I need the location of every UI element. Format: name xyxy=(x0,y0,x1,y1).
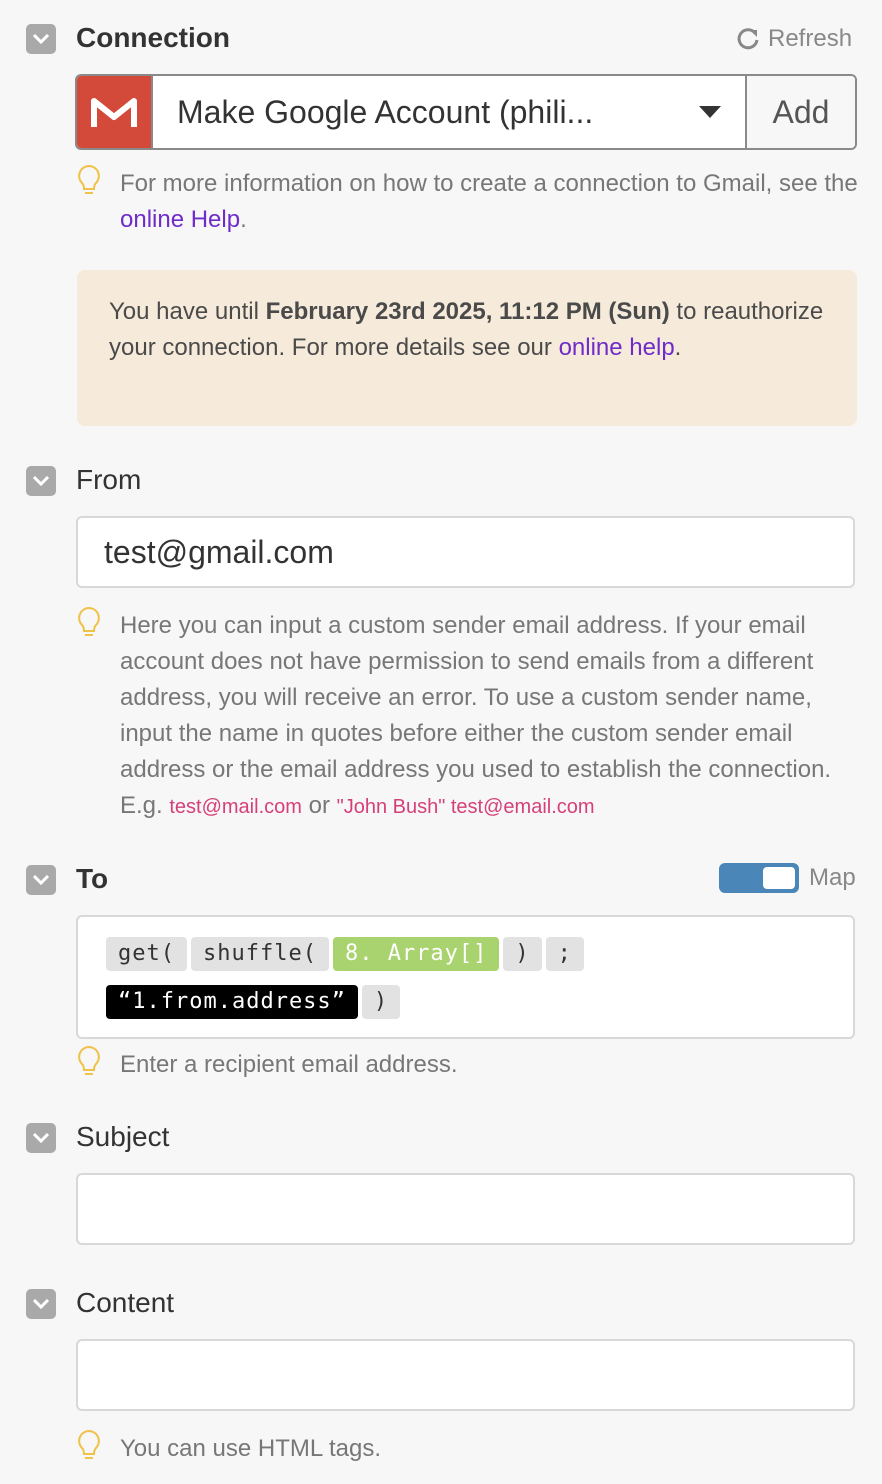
gmail-logo-icon xyxy=(77,76,151,148)
lightbulb-icon xyxy=(78,1045,100,1075)
online-help-link[interactable]: online Help xyxy=(120,206,240,233)
dropdown-caret-icon xyxy=(699,106,721,118)
token-function[interactable]: get( xyxy=(106,937,187,971)
collapse-to-button[interactable] xyxy=(26,865,56,895)
lightbulb-icon xyxy=(78,606,100,636)
connection-selected-value: Make Google Account (phili... xyxy=(177,93,594,130)
chevron-down-icon xyxy=(33,1299,49,1309)
refresh-button[interactable]: Refresh xyxy=(736,24,852,54)
chevron-down-icon xyxy=(33,34,49,44)
from-value: test@gmail.com xyxy=(104,533,334,570)
refresh-icon xyxy=(737,28,759,50)
map-label: Map xyxy=(809,864,856,891)
content-label: Content xyxy=(76,1287,175,1318)
subject-label: Subject xyxy=(76,1121,170,1152)
refresh-label: Refresh xyxy=(768,25,853,52)
to-label: To xyxy=(76,863,109,894)
example-email-1: test@mail.com xyxy=(169,796,302,818)
content-hint: You can use HTML tags. xyxy=(120,1435,382,1462)
map-toggle[interactable]: Map xyxy=(719,863,856,893)
token-variable[interactable]: 8. Array[] xyxy=(332,937,500,971)
token-separator[interactable]: ; xyxy=(545,937,584,971)
collapse-content-button[interactable] xyxy=(26,1289,56,1319)
token-string[interactable]: “1.from.address” xyxy=(106,985,358,1019)
chevron-down-icon xyxy=(33,476,49,486)
chevron-down-icon xyxy=(33,875,49,885)
lightbulb-icon xyxy=(78,1429,100,1459)
content-input[interactable] xyxy=(76,1339,855,1411)
add-connection-button[interactable]: Add xyxy=(745,76,855,148)
subject-input[interactable] xyxy=(76,1173,855,1245)
connection-select-group: Make Google Account (phili... Add xyxy=(75,74,857,150)
example-email-2: "John Bush" test@email.com xyxy=(336,796,595,818)
online-help-link-warning[interactable]: online help xyxy=(559,334,675,361)
collapse-connection-button[interactable] xyxy=(26,24,56,54)
collapse-from-button[interactable] xyxy=(26,466,56,496)
token-function[interactable]: shuffle( xyxy=(190,937,329,971)
to-hint: Enter a recipient email address. xyxy=(120,1051,458,1078)
from-input[interactable]: test@gmail.com xyxy=(76,516,855,588)
from-label: From xyxy=(76,464,142,495)
reauthorize-deadline: February 23rd 2025, 11:12 PM (Sun) xyxy=(265,298,670,325)
connection-hint: For more information on how to create a … xyxy=(120,170,858,233)
token-paren[interactable]: ) xyxy=(361,985,401,1019)
from-hint: Here you can input a custom sender email… xyxy=(120,612,832,819)
to-input[interactable]: get(shuffle(8. Array[]); “1.from.address… xyxy=(76,915,855,1039)
chevron-down-icon xyxy=(33,1133,49,1143)
reauthorize-warning: You have until February 23rd 2025, 11:12… xyxy=(77,270,857,426)
connection-label: Connection xyxy=(76,22,230,53)
collapse-subject-button[interactable] xyxy=(26,1123,56,1153)
map-switch[interactable] xyxy=(719,863,799,893)
map-switch-knob xyxy=(763,867,795,889)
lightbulb-icon xyxy=(78,164,100,194)
connection-select[interactable]: Make Google Account (phili... xyxy=(151,76,745,148)
token-paren[interactable]: ) xyxy=(503,937,542,971)
